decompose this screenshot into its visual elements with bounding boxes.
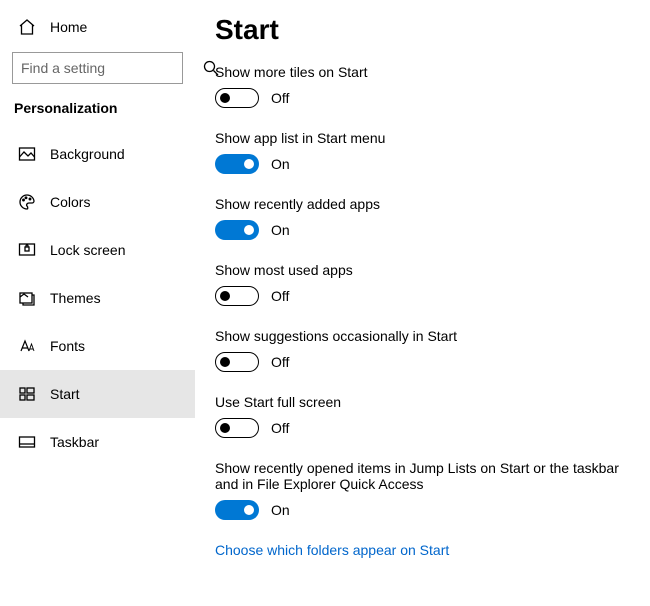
lock-screen-icon: [18, 241, 36, 259]
sidebar-item-home[interactable]: Home: [0, 10, 195, 44]
sidebar-home-label: Home: [50, 19, 87, 35]
sidebar-item-label: Start: [50, 386, 80, 402]
setting-show-app-list: Show app list in Start menu On: [215, 130, 638, 174]
sidebar-item-taskbar[interactable]: Taskbar: [0, 418, 195, 466]
sidebar-item-label: Fonts: [50, 338, 85, 354]
picture-icon: [18, 145, 36, 163]
palette-icon: [18, 193, 36, 211]
sidebar-item-label: Background: [50, 146, 125, 162]
home-icon: [18, 18, 36, 36]
sidebar-item-colors[interactable]: Colors: [0, 178, 195, 226]
sidebar-item-themes[interactable]: Themes: [0, 274, 195, 322]
start-icon: [18, 385, 36, 403]
taskbar-icon: [18, 433, 36, 451]
setting-label: Show recently opened items in Jump Lists…: [215, 460, 638, 492]
setting-label: Show suggestions occasionally in Start: [215, 328, 638, 344]
toggle-state: Off: [271, 354, 289, 370]
toggle-state: On: [271, 156, 290, 172]
sidebar-item-label: Taskbar: [50, 434, 99, 450]
themes-icon: [18, 289, 36, 307]
setting-show-more-tiles: Show more tiles on Start Off: [215, 64, 638, 108]
sidebar-item-lock-screen[interactable]: Lock screen: [0, 226, 195, 274]
toggle-recently-added[interactable]: [215, 220, 259, 240]
toggle-jump-lists[interactable]: [215, 500, 259, 520]
sidebar-item-start[interactable]: Start: [0, 370, 195, 418]
toggle-state: Off: [271, 90, 289, 106]
page-title: Start: [215, 14, 638, 46]
sidebar-item-background[interactable]: Background: [0, 130, 195, 178]
setting-label: Show more tiles on Start: [215, 64, 638, 80]
toggle-show-app-list[interactable]: [215, 154, 259, 174]
search-input[interactable]: [21, 60, 202, 76]
sidebar: Home Personalization Background Colors L…: [0, 0, 195, 606]
toggle-state: Off: [271, 288, 289, 304]
setting-suggestions: Show suggestions occasionally in Start O…: [215, 328, 638, 372]
search-box[interactable]: [12, 52, 183, 84]
toggle-state: On: [271, 222, 290, 238]
toggle-suggestions[interactable]: [215, 352, 259, 372]
search-container: [0, 44, 195, 94]
sidebar-item-fonts[interactable]: Fonts: [0, 322, 195, 370]
sidebar-item-label: Colors: [50, 194, 90, 210]
setting-most-used: Show most used apps Off: [215, 262, 638, 306]
setting-label: Show recently added apps: [215, 196, 638, 212]
setting-full-screen: Use Start full screen Off: [215, 394, 638, 438]
sidebar-item-label: Themes: [50, 290, 101, 306]
setting-label: Show most used apps: [215, 262, 638, 278]
toggle-state: On: [271, 502, 290, 518]
sidebar-section-header: Personalization: [0, 94, 195, 130]
toggle-state: Off: [271, 420, 289, 436]
setting-jump-lists: Show recently opened items in Jump Lists…: [215, 460, 638, 520]
setting-label: Show app list in Start menu: [215, 130, 638, 146]
toggle-full-screen[interactable]: [215, 418, 259, 438]
choose-folders-link[interactable]: Choose which folders appear on Start: [215, 542, 638, 558]
toggle-show-more-tiles[interactable]: [215, 88, 259, 108]
sidebar-item-label: Lock screen: [50, 242, 125, 258]
setting-recently-added: Show recently added apps On: [215, 196, 638, 240]
main-content: Start Show more tiles on Start Off Show …: [195, 0, 650, 606]
fonts-icon: [18, 337, 36, 355]
toggle-most-used[interactable]: [215, 286, 259, 306]
setting-label: Use Start full screen: [215, 394, 638, 410]
